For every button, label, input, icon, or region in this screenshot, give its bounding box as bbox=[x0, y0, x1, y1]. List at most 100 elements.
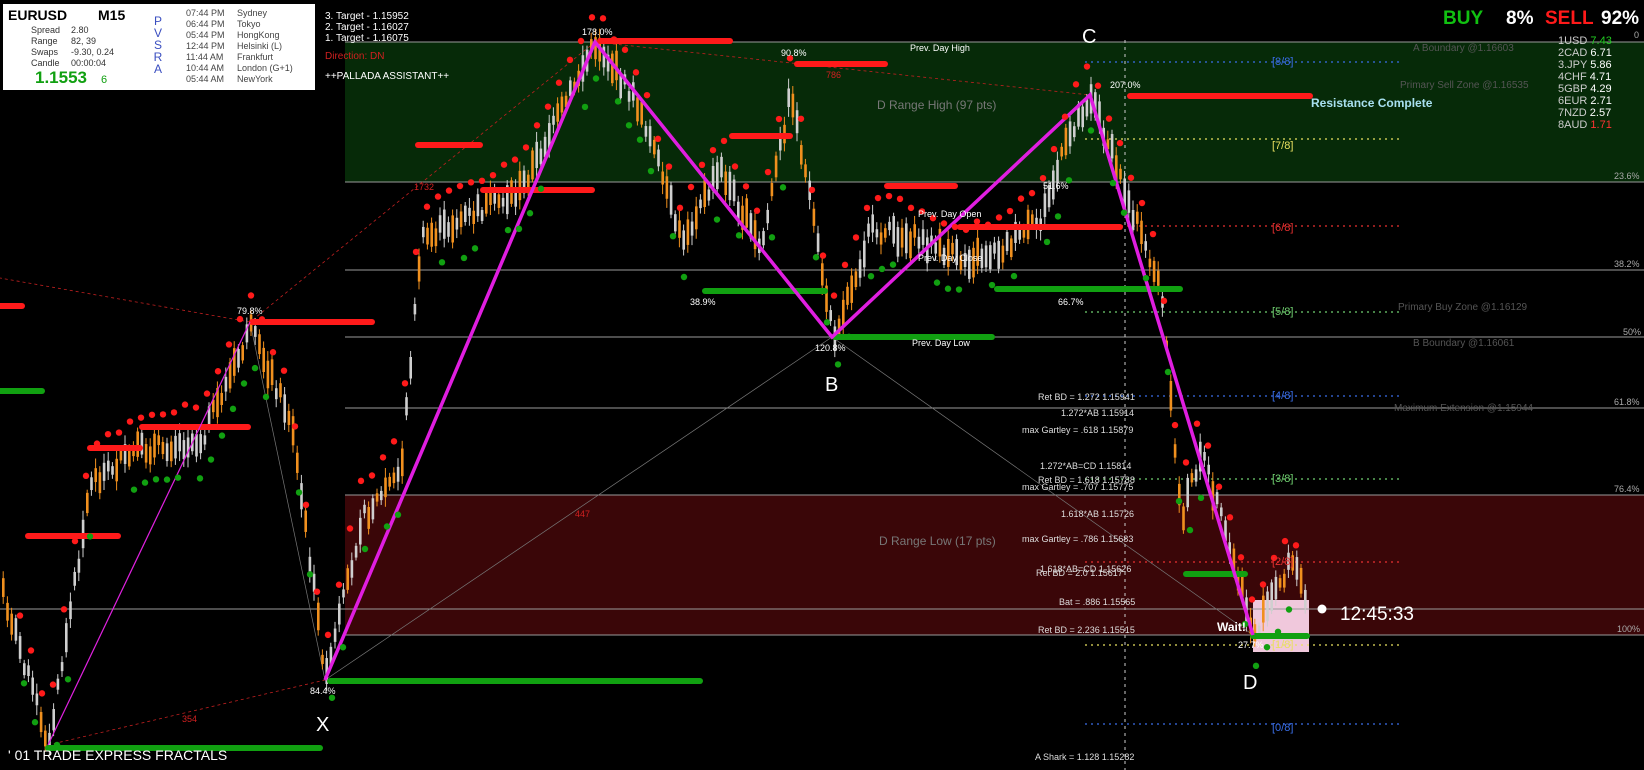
spread-value: 2.80 bbox=[71, 25, 89, 35]
currency-label: 7NZD bbox=[1558, 107, 1587, 119]
point-c: C bbox=[1082, 26, 1097, 48]
murrey-label: [7/8] bbox=[1272, 140, 1294, 152]
pips-label: 786 bbox=[826, 70, 842, 80]
bid-price-small: 6 bbox=[101, 74, 108, 86]
point-d: D bbox=[1243, 672, 1258, 694]
currency-value: 1.71 bbox=[1590, 119, 1612, 131]
range-low-zone bbox=[345, 495, 1644, 635]
level-label: 38.2% bbox=[1614, 259, 1640, 269]
pips-label: 354 bbox=[182, 714, 198, 724]
session-time: 10:44 AM bbox=[186, 63, 225, 73]
range-low-label: D Range Low (17 pts) bbox=[879, 534, 996, 548]
currency-row: 2CAD 6.71 bbox=[1558, 47, 1612, 59]
swing-percent-label: 90.8% bbox=[781, 48, 807, 58]
prev-day-low-label: Prev. Day Low bbox=[912, 338, 970, 348]
currency-label: 1USD bbox=[1558, 35, 1588, 47]
level-label: 76.4% bbox=[1614, 484, 1640, 494]
pvsra-a: A bbox=[153, 62, 162, 76]
currency-row: 3.JPY 5.86 bbox=[1558, 59, 1612, 71]
target-1: 1. Target - 1.16075 bbox=[325, 33, 409, 44]
fib-label: Ret BD = 2.0 1.15617 bbox=[1036, 568, 1123, 578]
primary-sell-zone-label: Primary Sell Zone @1.16535 bbox=[1400, 80, 1529, 91]
sell-label: SELL bbox=[1545, 8, 1594, 29]
murrey-label: [4/8] bbox=[1272, 390, 1294, 402]
fib-label: Bat = .886 1.15565 bbox=[1059, 597, 1136, 607]
target-3: 3. Target - 1.15952 bbox=[325, 11, 409, 22]
currency-label: 8AUD bbox=[1558, 119, 1588, 131]
session-time: 07:44 PM bbox=[186, 8, 225, 18]
swing-percent-label: 84.4% bbox=[310, 686, 336, 696]
range-label: Range bbox=[31, 36, 58, 46]
murrey-label: [2/8] bbox=[1272, 556, 1294, 568]
price-chart[interactable] bbox=[0, 0, 1644, 770]
swing-percent-label: 120.8% bbox=[815, 343, 846, 353]
level-label: 0 bbox=[1634, 30, 1640, 40]
currency-value: 7.43 bbox=[1590, 35, 1612, 47]
currency-row: 8AUD 1.71 bbox=[1558, 119, 1612, 131]
resistance-label: Resistance Complete bbox=[1311, 96, 1433, 110]
currency-value: 2.71 bbox=[1590, 95, 1612, 107]
currency-strength-list: 1USD 7.43 2CAD 6.71 3.JPY 5.86 4CHF 4.71… bbox=[1558, 35, 1612, 131]
session-city: Tokyo bbox=[237, 19, 261, 29]
sell-percent: 92% bbox=[1601, 8, 1640, 29]
session-city: HongKong bbox=[237, 30, 280, 40]
candle-label: Candle bbox=[31, 58, 60, 68]
buy-label: BUY bbox=[1443, 8, 1484, 29]
session-city: London (G+1) bbox=[237, 63, 293, 73]
range-value: 82, 39 bbox=[71, 36, 97, 46]
candle-clock: 12:45:33 bbox=[1340, 604, 1414, 625]
murrey-label: [1/8] bbox=[1272, 639, 1294, 651]
swaps-value: -9.30, 0.24 bbox=[71, 47, 115, 57]
fib-label: 1.272*AB=CD 1.15814 bbox=[1040, 461, 1132, 471]
murrey-label: [5/8] bbox=[1272, 306, 1294, 318]
footer-label: ' 01 TRADE EXPRESS FRACTALS bbox=[8, 747, 228, 763]
level-label: 23.6% bbox=[1614, 171, 1640, 181]
currency-label: 5GBP bbox=[1558, 83, 1588, 95]
session-city: Sydney bbox=[237, 8, 268, 18]
murrey-label: [8/8] bbox=[1272, 56, 1294, 68]
buy-percent: 8% bbox=[1506, 8, 1534, 29]
symbol-info-panel: EURUSD M15 Spread 2.80 Range 82, 39 Swap… bbox=[3, 4, 315, 90]
pips-label: 447 bbox=[575, 509, 591, 519]
target-2: 2. Target - 1.16027 bbox=[325, 22, 409, 33]
b-boundary-label: B Boundary @1.16061 bbox=[1413, 338, 1515, 349]
wait-label: Wait! bbox=[1217, 620, 1246, 634]
level-label: 100% bbox=[1617, 624, 1641, 634]
fib-label: Ret BD = 1.272 1.15941 bbox=[1038, 392, 1135, 402]
fib-label: Ret BD = 2.236 1.15515 bbox=[1038, 625, 1135, 635]
fib-label: 1.272*AB 1.15914 bbox=[1061, 408, 1135, 418]
currency-label: 2CAD bbox=[1558, 47, 1588, 59]
currency-row: 4CHF 4.71 bbox=[1558, 71, 1612, 83]
swing-percent-label: 178.0% bbox=[582, 27, 613, 37]
currency-row: 6EUR 2.71 bbox=[1558, 95, 1612, 107]
swing-percent-label: 79.8% bbox=[237, 306, 263, 316]
symbol-name: EURUSD bbox=[8, 7, 68, 23]
bid-price: 1.1553 bbox=[35, 68, 87, 87]
currency-value: 2.57 bbox=[1589, 107, 1612, 119]
assistant-label: ++PALLADA ASSISTANT++ bbox=[325, 71, 450, 82]
currency-value: 6.71 bbox=[1590, 47, 1612, 59]
murrey-label: [3/8] bbox=[1272, 473, 1294, 485]
session-city: Helsinki (L) bbox=[237, 41, 283, 51]
prev-day-high-label: Prev. Day High bbox=[910, 43, 970, 53]
session-time: 12:44 PM bbox=[186, 41, 225, 51]
swing-percent-label: 51.6% bbox=[1043, 181, 1069, 191]
point-b: B bbox=[825, 374, 839, 396]
fib-label: max Gartley = .786 1.15683 bbox=[1022, 534, 1134, 544]
pips-label: 1732 bbox=[414, 182, 435, 192]
timeframe: M15 bbox=[98, 7, 126, 23]
prev-day-close-label: Prev. Day Close bbox=[918, 253, 983, 263]
level-label: 61.8% bbox=[1614, 397, 1640, 407]
currency-value: 5.86 bbox=[1590, 59, 1612, 71]
session-city: Frankfurt bbox=[237, 52, 274, 62]
spread-label: Spread bbox=[31, 25, 61, 35]
fib-label: max Gartley = .707 1.15775 bbox=[1022, 482, 1134, 492]
murrey-label: [6/8] bbox=[1272, 222, 1294, 234]
swing-percent-label: 27.7% bbox=[1238, 640, 1264, 650]
swing-percent-label: 207.0% bbox=[1110, 80, 1141, 90]
range-high-label: D Range High (97 pts) bbox=[877, 98, 997, 112]
swing-percent-label: 38.9% bbox=[690, 297, 716, 307]
swaps-label: Swaps bbox=[31, 47, 59, 57]
session-time: 11:44 AM bbox=[186, 52, 224, 62]
session-time: 05:44 AM bbox=[186, 74, 225, 84]
